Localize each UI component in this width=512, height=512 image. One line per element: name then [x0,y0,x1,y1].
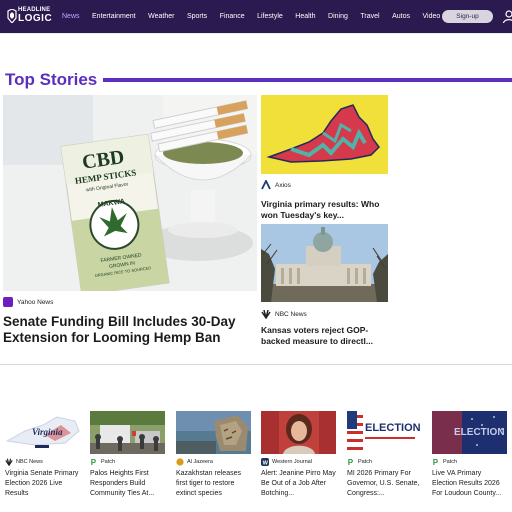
western-journal-logo-icon: W [261,458,269,466]
card-1-headline[interactable]: Virginia Senate Primary Election 2026 Li… [5,469,81,499]
side-story-1-headline[interactable]: Virginia primary results: Who won Tuesda… [261,199,386,221]
side-story-1-image[interactable] [261,95,388,174]
hero-image[interactable]: CBD HEMP STICKS with Original Flavor MAK… [3,95,257,291]
card-4-source: W Western Journal [261,457,337,467]
patch-logo-icon: P [348,458,354,466]
nav-weather[interactable]: Weather [148,13,174,20]
card-5[interactable]: ELECTION 2026 P Patch MI 2026 Primary Fo… [347,411,423,499]
section-divider [0,364,512,365]
kansas-capitol-illustration [261,224,388,302]
card-1-source: NBC News [5,457,81,467]
card-2-image [90,411,165,454]
card-3-headline[interactable]: Kazakhstan releases first tiger to resto… [176,469,252,499]
nav-entertainment[interactable]: Entertainment [92,13,136,20]
card-3-thumbnail [176,411,251,454]
hero-image-illustration: CBD HEMP STICKS with Original Flavor MAK… [3,95,257,291]
card-5-image: ELECTION 2026 [347,411,422,454]
nav-health[interactable]: Health [295,13,315,20]
patch-logo-icon: P [91,458,97,466]
card-3-source: Al Jazeera [176,457,252,467]
al-jazeera-logo-icon [176,458,184,466]
card-4-headline[interactable]: Alert: Jeanine Pirro May Be Out of a Job… [261,469,337,499]
card-4-source-name: Western Journal [272,459,312,465]
card-5-image-text: ELECTION 2026 [365,422,422,434]
card-2-thumbnail [90,411,165,454]
card-6-thumbnail: ELECTION 2026 [432,411,507,454]
yahoo-logo-icon [3,297,13,307]
card-6-source: P Patch [432,457,508,467]
main-nav: News Entertainment Weather Sports Financ… [62,0,453,33]
nbc-peacock-icon [261,309,271,319]
logo-mark-icon [7,9,17,23]
nav-video[interactable]: Video [422,13,440,20]
card-5-headline[interactable]: MI 2026 Primary For Governor, U.S. Senat… [347,469,423,499]
svg-text:P: P [433,458,439,466]
card-2-headline[interactable]: Palos Heights First Responders Build Com… [90,469,166,499]
user-icon[interactable] [503,10,512,23]
card-5-source: P Patch [347,457,423,467]
card-6-headline[interactable]: Live VA Primary Election Results 2026 Fo… [432,469,508,499]
card-4-thumbnail [261,411,336,454]
section-title-rule [103,78,512,82]
card-1-image-text: Virginia [32,427,63,437]
card-1[interactable]: Virginia NBC News Virginia Senate Primar… [5,411,81,499]
hero-headline[interactable]: Senate Funding Bill Includes 30-Day Exte… [3,314,255,346]
site-logo[interactable]: HEADLINE LOGIC [7,7,53,27]
svg-text:W: W [263,460,269,466]
nav-dining[interactable]: Dining [328,13,348,20]
card-3-image [176,411,251,454]
nav-sports[interactable]: Sports [187,13,207,20]
card-2-source-name: Patch [101,459,116,465]
signup-button[interactable]: Sign-up [442,10,493,23]
nbc-peacock-icon [5,458,13,466]
card-1-source-name: NBC News [16,459,43,465]
card-5-thumbnail: ELECTION 2026 [347,411,422,454]
virginia-map-illustration [261,95,388,174]
hero-source-name: Yahoo News [17,298,54,306]
card-6-source-name: Patch [443,459,458,465]
card-6-image-text: ELECTION 2026 [454,427,507,438]
nav-autos[interactable]: Autos [392,13,410,20]
nav-travel[interactable]: Travel [360,13,379,20]
card-6[interactable]: ELECTION 2026 P Patch Live VA Primary El… [432,411,508,499]
card-1-thumbnail: Virginia [5,411,80,454]
card-3[interactable]: Al Jazeera Kazakhstan releases first tig… [176,411,252,499]
header-divider [0,33,512,34]
side-story-1-source[interactable]: Axios [261,180,291,190]
card-2-source: P Patch [90,457,166,467]
card-6-image: ELECTION 2026 [432,411,507,454]
nav-finance[interactable]: Finance [220,13,245,20]
side-story-1-source-name: Axios [275,181,291,189]
hero-source[interactable]: Yahoo News [3,296,53,308]
nav-lifestyle[interactable]: Lifestyle [257,13,283,20]
side-story-2-source[interactable]: NBC News [261,309,307,319]
card-1-image: Virginia [5,411,80,454]
side-story-2-image[interactable] [261,224,388,302]
top-nav-bar: HEADLINE LOGIC News Entertainment Weathe… [0,0,512,33]
svg-text:P: P [91,458,97,466]
axios-logo-icon [261,180,271,190]
side-story-2-source-name: NBC News [275,310,307,318]
card-5-source-name: Patch [358,459,373,465]
card-3-source-name: Al Jazeera [187,459,213,465]
card-4[interactable]: W Western Journal Alert: Jeanine Pirro M… [261,411,337,499]
section-title: Top Stories [5,70,98,89]
logo-line2: LOGIC [18,13,53,24]
card-2[interactable]: P Patch Palos Heights First Responders B… [90,411,166,499]
side-story-2-headline[interactable]: Kansas voters reject GOP-backed measure … [261,325,386,347]
card-4-image [261,411,336,454]
svg-text:P: P [348,458,354,466]
nav-news[interactable]: News [62,13,80,20]
patch-logo-icon: P [433,458,439,466]
